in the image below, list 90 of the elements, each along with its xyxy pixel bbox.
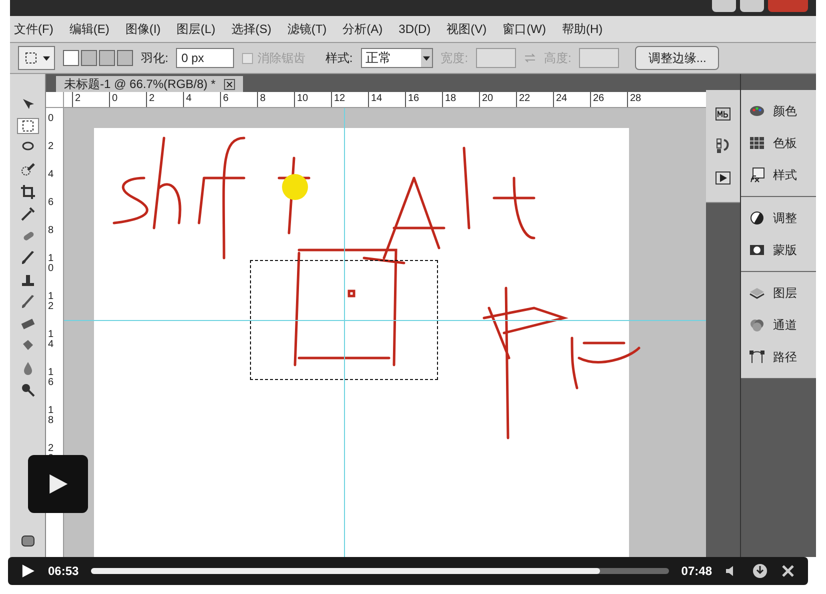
mask-panel-icon: [749, 242, 765, 258]
ruler-number: 28: [627, 92, 645, 107]
ruler-number: 18: [442, 92, 460, 107]
panel-button[interactable]: 颜色: [749, 102, 816, 120]
width-input[interactable]: [476, 48, 516, 68]
play-button[interactable]: [28, 455, 88, 513]
ruler-number: 8: [257, 92, 275, 107]
ruler-number: 16: [405, 92, 423, 107]
panel-button[interactable]: 路径: [749, 348, 816, 366]
marquee-tool-icon: [20, 118, 36, 134]
tool-button[interactable]: [16, 118, 38, 134]
marquee-tool-icon: [23, 50, 39, 66]
ruler-number: 2: [48, 142, 55, 152]
channels-panel-icon: [749, 317, 765, 333]
eraser-tool-icon: [20, 316, 36, 332]
minimize-button[interactable]: [712, 0, 736, 12]
ruler-number: 6: [48, 198, 55, 208]
menu-item[interactable]: 分析(A): [342, 20, 383, 38]
refine-edge-button[interactable]: 调整边缘...: [635, 46, 720, 70]
menu-item[interactable]: 图像(I): [125, 20, 161, 38]
ruler-number: 6: [220, 92, 238, 107]
feather-input[interactable]: 0 px: [176, 48, 234, 68]
ruler-number: 4: [183, 92, 201, 107]
menu-item[interactable]: 帮助(H): [562, 20, 603, 38]
ruler-number: 12: [331, 92, 349, 107]
crop-tool-icon: [20, 184, 36, 200]
menu-item[interactable]: 选择(S): [231, 20, 272, 38]
history-panel-icon: [715, 138, 731, 154]
menu-item[interactable]: 3D(D): [398, 20, 431, 38]
menu-item[interactable]: 图层(L): [176, 20, 216, 38]
menu-item[interactable]: 视图(V): [446, 20, 487, 38]
paths-panel-icon: [749, 349, 765, 365]
selection-mode-button[interactable]: [117, 50, 133, 66]
ruler-number: 26: [590, 92, 608, 107]
ruler-number: 22: [516, 92, 534, 107]
play-icon[interactable]: [20, 563, 36, 579]
selection-mode-button[interactable]: [99, 50, 115, 66]
panel-button[interactable]: 通道: [749, 316, 816, 334]
ruler-number: 18: [48, 406, 55, 426]
eyedropper-tool-icon: [20, 206, 36, 222]
panel-button[interactable]: 图层: [749, 284, 816, 302]
dodge-tool-icon: [20, 382, 36, 398]
tool-preset-picker[interactable]: [18, 46, 55, 70]
panel-button[interactable]: 蒙版: [749, 241, 816, 259]
color-panel-icon: [749, 103, 765, 119]
ruler-number: 8: [48, 226, 55, 236]
adjust-panel-icon: [749, 210, 765, 226]
selection-mode-button[interactable]: [81, 50, 97, 66]
feather-label: 羽化:: [141, 50, 168, 67]
height-input[interactable]: [579, 48, 620, 68]
menu-item[interactable]: 编辑(E): [69, 20, 110, 38]
style-dropdown[interactable]: 正常: [360, 48, 433, 68]
ruler-number: 20: [479, 92, 497, 107]
brush-tool-icon: [20, 250, 36, 266]
current-time: 06:53: [48, 563, 79, 580]
layers-panel-icon: [749, 285, 765, 301]
panel-button[interactable]: 色板: [749, 134, 816, 152]
swatches-panel-icon: [749, 135, 765, 151]
shape-tool-icon: [20, 533, 36, 549]
ruler-number: 2: [72, 92, 90, 107]
download-icon[interactable]: [752, 563, 768, 579]
stamp-tool-icon: [20, 272, 36, 288]
swap-icon: [524, 53, 536, 63]
ruler-number: 0: [48, 114, 55, 124]
ruler-number: 2: [146, 92, 164, 107]
menu-item[interactable]: 文件(F): [14, 20, 54, 38]
caret-icon: [43, 56, 50, 60]
panel-button[interactable]: 样式: [749, 166, 816, 184]
style-label: 样式:: [325, 50, 353, 67]
ruler-number: 12: [48, 292, 55, 312]
duration: 07:48: [681, 563, 712, 580]
restore-button[interactable]: [740, 0, 764, 12]
close-icon[interactable]: [224, 78, 235, 90]
panel-button[interactable]: 调整: [749, 209, 816, 227]
caret-icon: [422, 56, 430, 60]
ruler-number: 0: [109, 92, 127, 107]
actions-panel-icon: [715, 170, 731, 186]
ruler-number: 14: [368, 92, 386, 107]
ruler-number: 10: [294, 92, 312, 107]
ruler-number: 10: [48, 254, 55, 274]
selection-mode-button[interactable]: [63, 50, 79, 66]
ruler-number: 4: [48, 170, 55, 180]
ruler-number: 14: [48, 330, 55, 350]
ruler-number: 24: [553, 92, 571, 107]
styles-panel-icon: [749, 167, 765, 183]
menu-item[interactable]: 滤镜(T): [287, 20, 327, 38]
mini-bridge-panel-icon: [715, 106, 731, 122]
menu-item[interactable]: 窗口(W): [502, 20, 546, 38]
ruler-number: 16: [48, 368, 55, 388]
document-tab[interactable]: 未标题-1 @ 66.7%(RGB/8) *: [56, 76, 243, 92]
